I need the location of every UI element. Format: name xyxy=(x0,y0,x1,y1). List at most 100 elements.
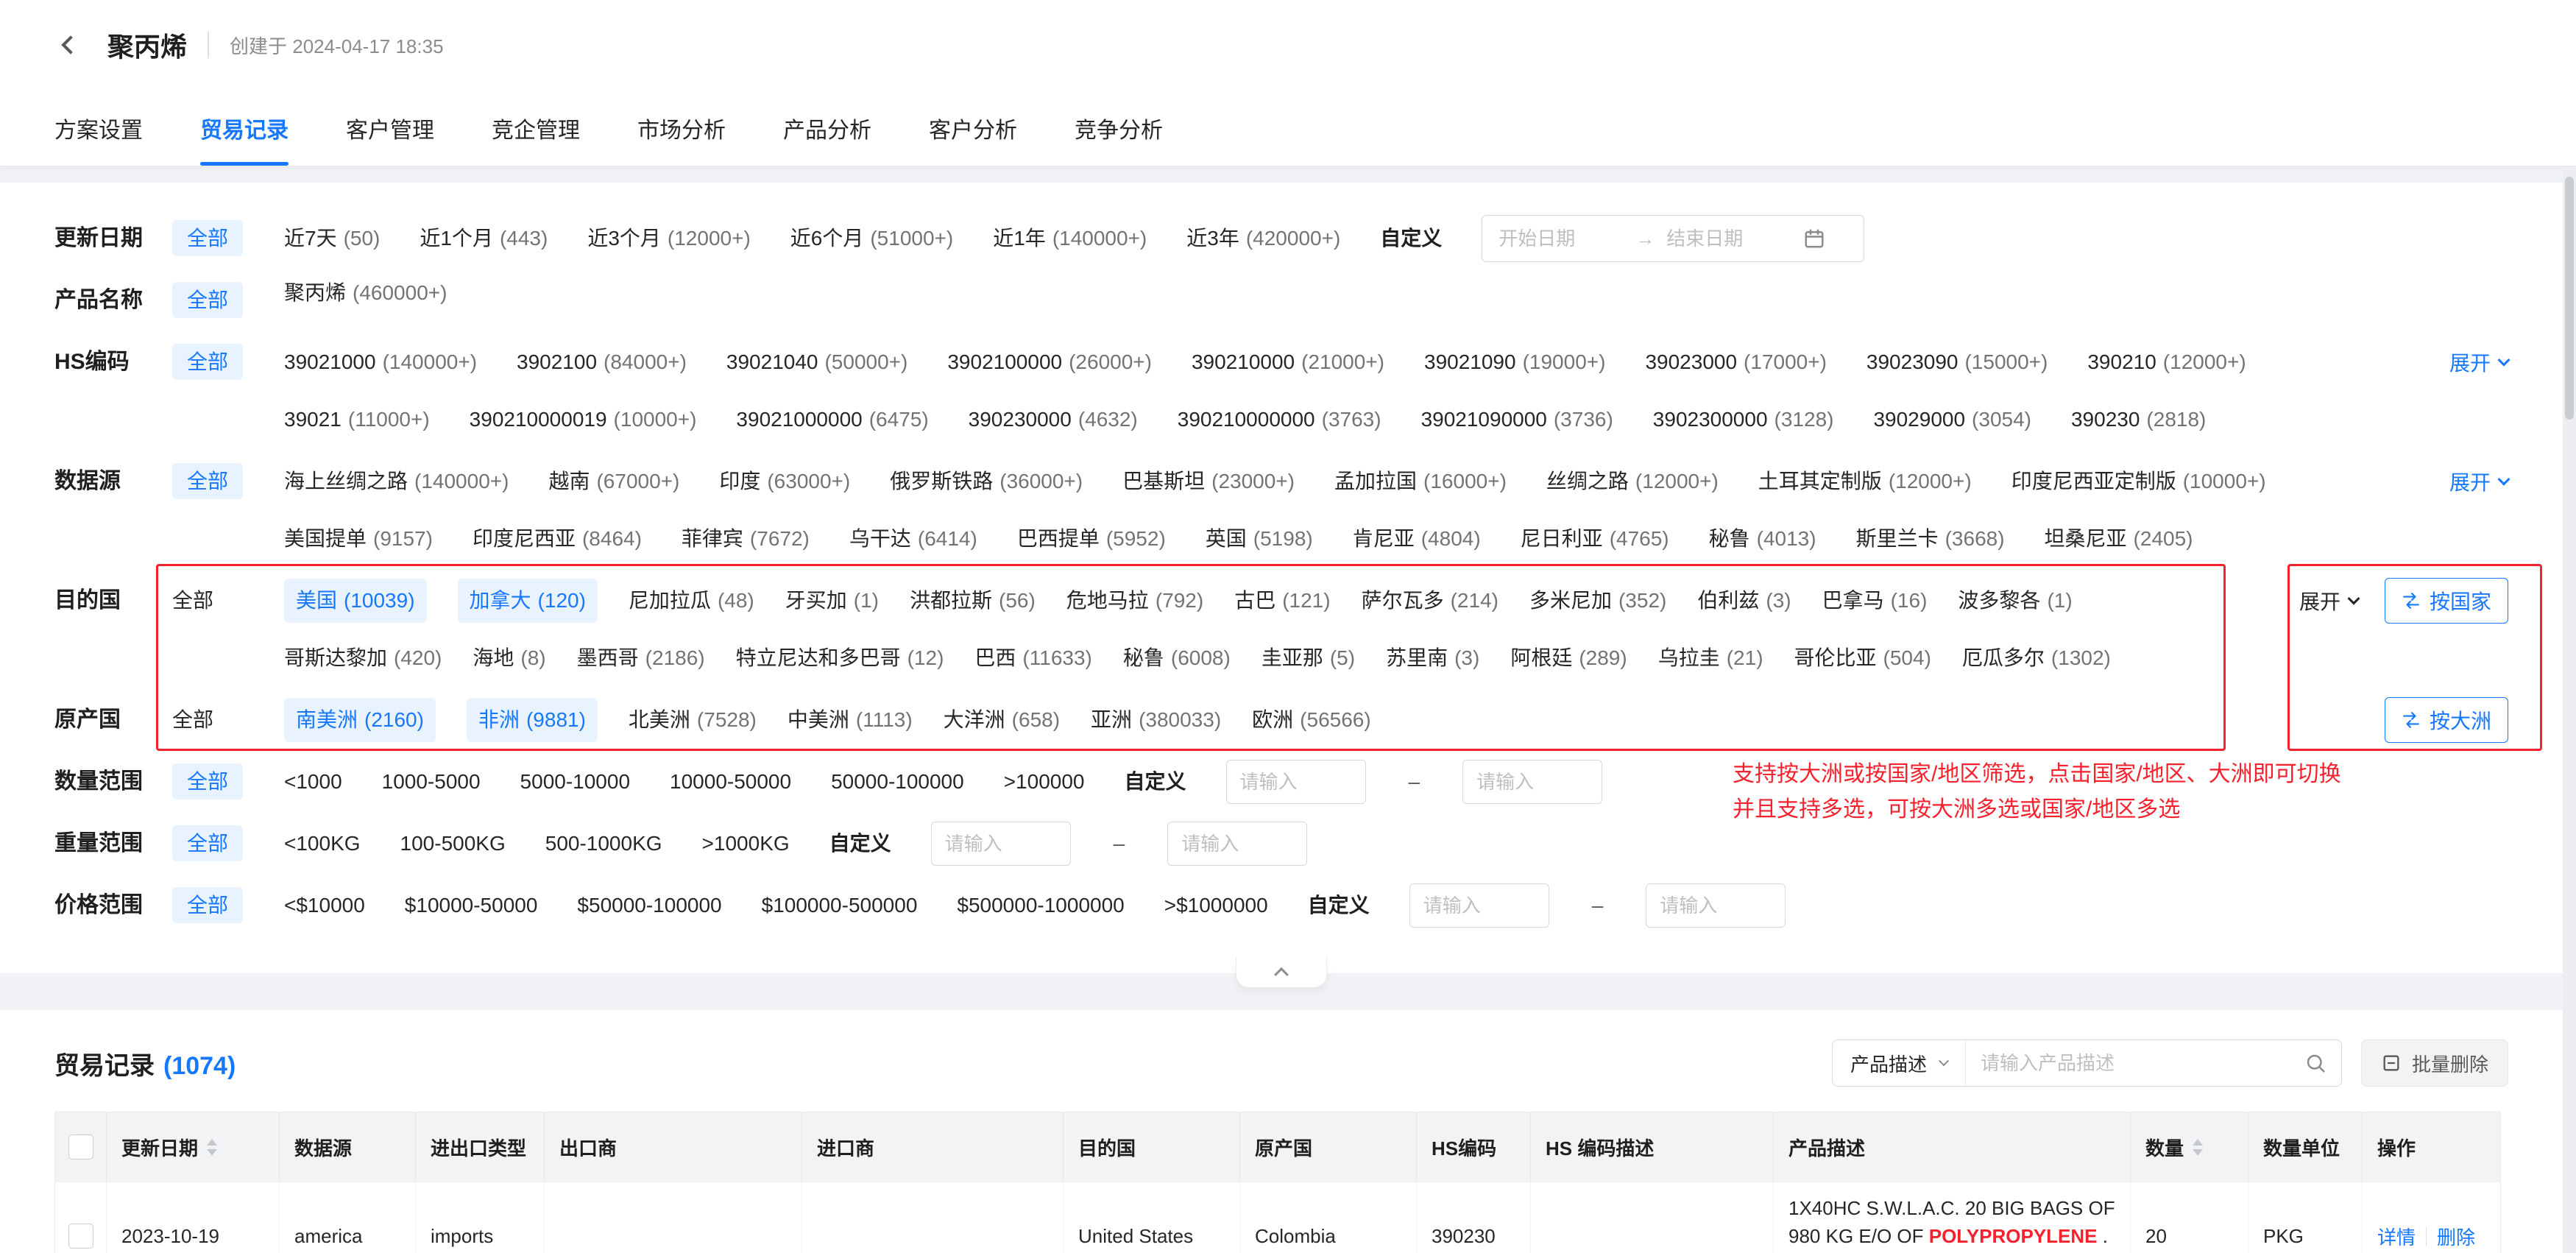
filter-option[interactable]: 海地(8) xyxy=(473,642,545,674)
filter-option[interactable]: 尼日利亚(4765) xyxy=(1521,523,1669,555)
filter-option[interactable]: 牙买加(1) xyxy=(785,585,879,617)
filter-option[interactable]: 美国提单(9157) xyxy=(284,523,433,555)
tab[interactable]: 方案设置 xyxy=(54,90,143,166)
search-field-select[interactable]: 产品描述 xyxy=(1833,1040,1966,1086)
expand-button[interactable]: 展开 xyxy=(2299,586,2358,615)
filter-all-option[interactable]: 全部 xyxy=(172,220,243,256)
filter-option[interactable]: 中美洲(1113) xyxy=(788,704,913,736)
end-date-input[interactable] xyxy=(1666,227,1791,250)
filter-option[interactable]: 加拿大(120) xyxy=(458,579,598,623)
filter-option[interactable]: 海上丝绸之路(140000+) xyxy=(284,465,509,498)
filter-option[interactable]: 巴拿马(16) xyxy=(1822,585,1928,617)
expand-button[interactable]: 展开 xyxy=(2449,347,2508,377)
filter-option[interactable]: 北美洲(7528) xyxy=(629,704,757,736)
filter-option[interactable]: 伯利兹(3) xyxy=(1697,585,1791,617)
filter-option[interactable]: 印度尼西亚定制版(10000+) xyxy=(2011,465,2266,498)
filter-option[interactable]: 苏里南(3) xyxy=(1386,642,1479,674)
price-max-input[interactable] xyxy=(1646,883,1786,928)
filter-option[interactable]: 墨西哥(2186) xyxy=(577,642,705,674)
filter-option[interactable]: 斯里兰卡(3668) xyxy=(1856,523,2005,555)
search-button[interactable] xyxy=(2290,1052,2341,1074)
filter-option[interactable]: 聚丙烯(460000+) xyxy=(284,277,447,309)
filter-option[interactable]: 近1年(140000+) xyxy=(993,222,1147,255)
row-checkbox[interactable] xyxy=(68,1224,93,1249)
filter-option[interactable]: 乌干达(6414) xyxy=(849,523,977,555)
sort-icon[interactable] xyxy=(207,1139,217,1156)
filter-option[interactable]: 近3年(420000+) xyxy=(1186,222,1340,255)
price-min-input[interactable] xyxy=(1409,883,1549,928)
filter-option[interactable]: <100KG xyxy=(284,827,361,860)
expand-button[interactable]: 展开 xyxy=(2449,467,2508,496)
date-range-picker[interactable]: → xyxy=(1482,215,1864,262)
filter-option[interactable]: 39021090(19000+) xyxy=(1424,346,1605,378)
tab[interactable]: 竞企管理 xyxy=(492,90,580,166)
filter-option[interactable]: 古巴(121) xyxy=(1234,585,1330,617)
filter-option[interactable]: 近7天(50) xyxy=(284,222,380,255)
filter-option[interactable]: 39021000000(6475) xyxy=(736,403,928,436)
filter-option[interactable]: >100000 xyxy=(1004,766,1085,798)
qty-min-input[interactable] xyxy=(1226,760,1366,804)
filter-option[interactable]: 秘鲁(4013) xyxy=(1709,523,1816,555)
filter-option[interactable]: 危地马拉(792) xyxy=(1066,585,1203,617)
filter-option[interactable]: 洪都拉斯(56) xyxy=(910,585,1036,617)
tab[interactable]: 客户分析 xyxy=(929,90,1017,166)
filter-all-option[interactable]: 全部 xyxy=(172,887,243,923)
filter-option[interactable]: 近3个月(12000+) xyxy=(587,222,750,255)
filter-option[interactable]: 萨尔瓦多(214) xyxy=(1362,585,1498,617)
filter-option[interactable]: 印度(63000+) xyxy=(719,465,850,498)
filter-option[interactable]: 乌拉圭(21) xyxy=(1658,642,1763,674)
filter-option[interactable]: 3902100(84000+) xyxy=(517,346,687,378)
filter-option[interactable]: 哥斯达黎加(420) xyxy=(284,642,442,674)
collapse-filters-button[interactable] xyxy=(1236,957,1327,988)
filter-all-option[interactable]: 全部 xyxy=(172,463,243,499)
switch-by-continent-button[interactable]: 按大洲 xyxy=(2385,697,2508,743)
filter-option[interactable]: 巴西(11633) xyxy=(974,642,1091,674)
filter-option[interactable]: 哥伦比亚(504) xyxy=(1794,642,1931,674)
filter-option[interactable]: $50000-100000 xyxy=(577,889,721,922)
filter-option[interactable]: $100000-500000 xyxy=(762,889,918,922)
filter-option[interactable]: 39021040(50000+) xyxy=(726,346,907,378)
filter-option[interactable]: 坦桑尼亚(2405) xyxy=(2045,523,2193,555)
filter-option[interactable]: 390230(2818) xyxy=(2071,403,2206,436)
filter-option[interactable]: 390210000000(3763) xyxy=(1178,403,1381,436)
filter-option[interactable]: 39021(11000+) xyxy=(284,403,430,436)
filter-option[interactable]: 印度尼西亚(8464) xyxy=(473,523,642,555)
filter-option[interactable]: 丝绸之路(12000+) xyxy=(1546,465,1719,498)
filter-option[interactable]: 39023000(17000+) xyxy=(1645,346,1826,378)
filter-option[interactable]: 肯尼亚(4804) xyxy=(1353,523,1481,555)
filter-option[interactable]: 10000-50000 xyxy=(670,766,791,798)
filter-option[interactable]: 100-500KG xyxy=(400,827,506,860)
select-all-checkbox[interactable] xyxy=(68,1134,93,1160)
filter-option[interactable]: >$1000000 xyxy=(1164,889,1268,922)
filter-option[interactable]: 1000-5000 xyxy=(382,766,481,798)
filter-option[interactable]: 特立尼达和多巴哥(12) xyxy=(736,642,944,674)
filter-option[interactable]: 39029000(3054) xyxy=(1873,403,2031,436)
filter-option[interactable]: 秘鲁(6008) xyxy=(1123,642,1231,674)
tab[interactable]: 贸易记录 xyxy=(200,90,289,166)
filter-option[interactable]: 近1个月(443) xyxy=(420,222,548,255)
start-date-input[interactable] xyxy=(1498,227,1624,250)
filter-option[interactable]: <1000 xyxy=(284,766,342,798)
filter-option[interactable]: 非洲(9881) xyxy=(467,698,598,742)
filter-option[interactable]: 390210(12000+) xyxy=(2087,346,2246,378)
page-scrollbar[interactable] xyxy=(2563,168,2576,1253)
filter-option[interactable]: 390210000(21000+) xyxy=(1192,346,1384,378)
filter-option[interactable]: 土耳其定制版(12000+) xyxy=(1758,465,1972,498)
filter-option[interactable]: 菲律宾(7672) xyxy=(682,523,810,555)
filter-option[interactable]: 39023090(15000+) xyxy=(1866,346,2048,378)
filter-option[interactable]: 390230000(4632) xyxy=(969,403,1138,436)
custom-option[interactable]: 自定义 xyxy=(829,820,891,867)
custom-option[interactable]: 自定义 xyxy=(1380,215,1442,262)
filter-option[interactable]: 巴西提单(5952) xyxy=(1017,523,1166,555)
sort-icon[interactable] xyxy=(2193,1139,2203,1156)
tab[interactable]: 产品分析 xyxy=(783,90,871,166)
switch-by-country-button[interactable]: 按国家 xyxy=(2385,578,2508,624)
filter-option[interactable]: 近6个月(51000+) xyxy=(790,222,953,255)
filter-option[interactable]: 39021000(140000+) xyxy=(284,346,477,378)
filter-option[interactable]: 俄罗斯铁路(36000+) xyxy=(890,465,1083,498)
filter-option[interactable]: $10000-50000 xyxy=(405,889,538,922)
filter-option[interactable]: 尼加拉瓜(48) xyxy=(629,585,754,617)
qty-max-input[interactable] xyxy=(1462,760,1602,804)
filter-all-option[interactable]: 全部 xyxy=(172,282,243,318)
filter-option[interactable]: $500000-1000000 xyxy=(957,889,1124,922)
